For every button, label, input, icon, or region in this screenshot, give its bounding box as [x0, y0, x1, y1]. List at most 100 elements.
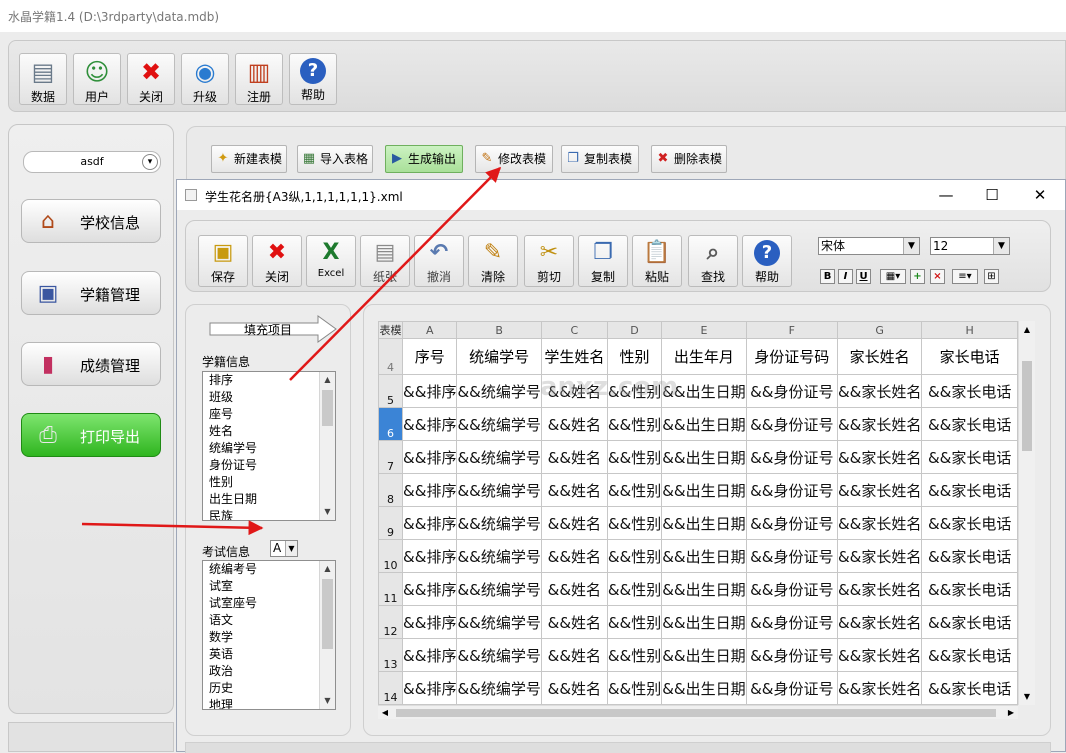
- grid-cell[interactable]: 出生年月: [661, 338, 747, 375]
- grid-horizontal-scrollbar[interactable]: ◀ ▶: [378, 705, 1018, 719]
- grid-cell[interactable]: &&家长电话: [921, 440, 1018, 474]
- list-item[interactable]: 排序: [203, 372, 335, 389]
- column-header[interactable]: D: [606, 321, 663, 339]
- grid-cell[interactable]: 学生姓名: [540, 338, 608, 375]
- chevron-up-icon[interactable]: ▲: [1019, 321, 1035, 338]
- grid-cell[interactable]: &&性别: [606, 506, 663, 540]
- grid-cell[interactable]: &&身份证号: [745, 539, 838, 573]
- grid-cell[interactable]: &&家长姓名: [836, 572, 923, 606]
- list-item[interactable]: 政治: [203, 663, 335, 680]
- grid-cell[interactable]: &&性别: [606, 671, 663, 705]
- edit-template-button[interactable]: ✎ 修改表模: [475, 145, 553, 173]
- chevron-left-icon[interactable]: ◀: [378, 706, 392, 720]
- grid-cell[interactable]: &&统编学号: [456, 440, 542, 474]
- grid-cell[interactable]: &&排序: [402, 407, 458, 441]
- grid-cell[interactable]: &&身份证号: [745, 473, 838, 507]
- grid-cell[interactable]: &&家长电话: [921, 572, 1018, 606]
- chevron-up-icon[interactable]: ▲: [320, 372, 335, 388]
- grid-cell[interactable]: &&姓名: [540, 473, 608, 507]
- exam-select[interactable]: A ▼: [270, 540, 298, 557]
- row-header[interactable]: 12: [378, 605, 404, 639]
- grid-cell[interactable]: &&家长电话: [921, 506, 1018, 540]
- grid-cell[interactable]: &&家长姓名: [836, 638, 923, 672]
- grid-cell[interactable]: &&家长电话: [921, 374, 1018, 408]
- grid-cell[interactable]: &&排序: [402, 506, 458, 540]
- template-grid[interactable]: 表模 A B C D E F G H 4 序号 统编学号 学生姓名 性别 出生年…: [378, 321, 1018, 705]
- cut-button[interactable]: ✂ 剪切: [524, 235, 574, 287]
- copy-button[interactable]: ❐ 复制: [578, 235, 628, 287]
- grid-cell[interactable]: &&出生日期: [661, 506, 747, 540]
- list-item[interactable]: 班级: [203, 389, 335, 406]
- grid-cell[interactable]: &&性别: [606, 539, 663, 573]
- border-icon[interactable]: ▦▾: [880, 269, 906, 284]
- grid-cell[interactable]: &&身份证号: [745, 605, 838, 639]
- minimize-icon[interactable]: —: [931, 184, 961, 206]
- font-size-select[interactable]: 12 ▼: [930, 237, 1010, 255]
- scroll-thumb[interactable]: [322, 579, 333, 649]
- grid-cell[interactable]: &&家长姓名: [836, 671, 923, 705]
- grid-cell[interactable]: &&姓名: [540, 440, 608, 474]
- chevron-down-icon[interactable]: ▼: [1019, 688, 1035, 705]
- grid-cell[interactable]: &&统编学号: [456, 374, 542, 408]
- font-name-select[interactable]: 宋体 ▼: [818, 237, 920, 255]
- row-header[interactable]: 9: [378, 506, 404, 540]
- grid-cell[interactable]: &&家长电话: [921, 539, 1018, 573]
- row-header[interactable]: 13: [378, 638, 404, 672]
- merge-icon[interactable]: ⊞: [984, 269, 999, 284]
- list-item[interactable]: 历史: [203, 680, 335, 697]
- align-icon[interactable]: ≡▾: [952, 269, 978, 284]
- grid-cell[interactable]: &&姓名: [540, 605, 608, 639]
- italic-button[interactable]: I: [838, 269, 853, 284]
- row-header[interactable]: 14: [378, 671, 404, 705]
- grid-cell[interactable]: &&出生日期: [661, 671, 747, 705]
- grid-cell[interactable]: &&排序: [402, 605, 458, 639]
- column-header[interactable]: G: [836, 321, 923, 339]
- grid-cell[interactable]: &&统编学号: [456, 572, 542, 606]
- grid-cell[interactable]: &&家长姓名: [836, 605, 923, 639]
- grid-cell[interactable]: &&家长电话: [921, 671, 1018, 705]
- grid-cell[interactable]: &&统编学号: [456, 605, 542, 639]
- grid-cell[interactable]: &&出生日期: [661, 473, 747, 507]
- grid-cell[interactable]: 性别: [606, 338, 663, 375]
- insert-row-icon[interactable]: +: [910, 269, 925, 284]
- grid-cell[interactable]: &&出生日期: [661, 539, 747, 573]
- grid-cell[interactable]: &&性别: [606, 473, 663, 507]
- grid-cell[interactable]: &&统编学号: [456, 407, 542, 441]
- grid-cell[interactable]: &&身份证号: [745, 671, 838, 705]
- nav-school-info[interactable]: ⌂ 学校信息: [21, 199, 161, 243]
- row-header[interactable]: 7: [378, 440, 404, 474]
- chevron-right-icon[interactable]: ▶: [1004, 706, 1018, 720]
- grid-cell[interactable]: &&统编学号: [456, 539, 542, 573]
- copy-template-button[interactable]: ❐ 复制表模: [561, 145, 639, 173]
- column-header[interactable]: C: [540, 321, 608, 339]
- column-header[interactable]: B: [456, 321, 542, 339]
- list-item[interactable]: 出生日期: [203, 491, 335, 508]
- editor-help-button[interactable]: ? 帮助: [742, 235, 792, 287]
- grid-cell[interactable]: &&家长电话: [921, 638, 1018, 672]
- grid-cell[interactable]: &&身份证号: [745, 407, 838, 441]
- grid-cell[interactable]: &&排序: [402, 374, 458, 408]
- close-button[interactable]: ✖ 关闭: [127, 53, 175, 105]
- grid-cell[interactable]: &&姓名: [540, 506, 608, 540]
- grid-cell[interactable]: &&统编学号: [456, 638, 542, 672]
- grid-cell[interactable]: &&身份证号: [745, 374, 838, 408]
- grid-cell[interactable]: &&统编学号: [456, 671, 542, 705]
- delete-row-icon[interactable]: ×: [930, 269, 945, 284]
- grid-cell[interactable]: &&统编学号: [456, 506, 542, 540]
- list-item[interactable]: 座号: [203, 406, 335, 423]
- row-header[interactable]: 5: [378, 374, 404, 408]
- grid-cell[interactable]: &&姓名: [540, 539, 608, 573]
- grid-cell[interactable]: &&家长姓名: [836, 473, 923, 507]
- grid-cell[interactable]: &&姓名: [540, 407, 608, 441]
- clear-button[interactable]: ✎ 清除: [468, 235, 518, 287]
- grid-cell[interactable]: &&姓名: [540, 638, 608, 672]
- grid-cell[interactable]: &&出生日期: [661, 572, 747, 606]
- find-button[interactable]: ⌕ 查找: [688, 235, 738, 287]
- grid-cell[interactable]: &&排序: [402, 671, 458, 705]
- list-item[interactable]: 地理: [203, 697, 335, 709]
- column-header[interactable]: H: [921, 321, 1018, 339]
- grid-cell[interactable]: &&家长姓名: [836, 374, 923, 408]
- undo-button[interactable]: ↶ 撤消: [414, 235, 464, 287]
- user-button[interactable]: ☺ 用户: [73, 53, 121, 105]
- grid-cell[interactable]: &&身份证号: [745, 440, 838, 474]
